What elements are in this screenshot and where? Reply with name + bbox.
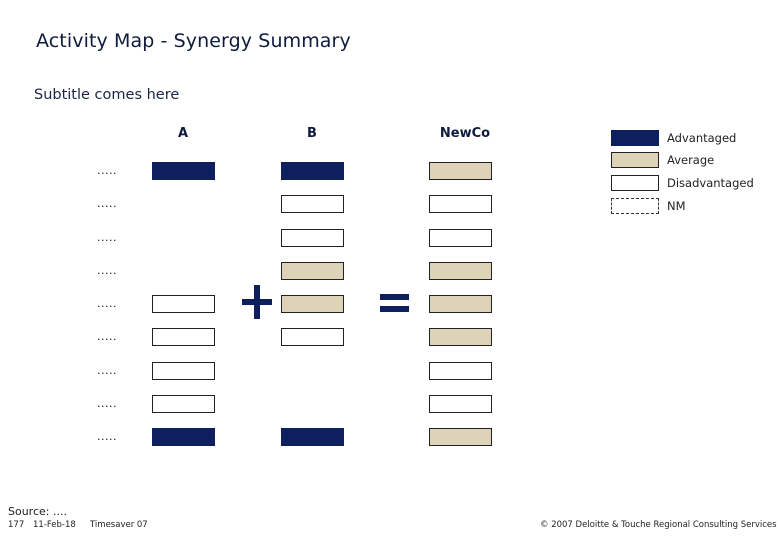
footer-date: 11-Feb-18 [33,520,76,530]
cell-b-disadvantaged [281,195,344,213]
footer-copyright: © 2007 Deloitte & Touche Regional Consul… [540,520,780,530]
cell-b-disadvantaged [281,328,344,346]
source-note: Source: .... [8,505,67,518]
column-header-b: B [307,126,317,141]
row-label: ..... [97,397,117,410]
row-label: ..... [97,330,117,343]
cell-newco-disadvantaged [429,362,492,380]
cell-newco-average [429,328,492,346]
cell-b-average [281,262,344,280]
legend-label-nm: NM [667,199,686,213]
cell-b-average [281,295,344,313]
page-title: Activity Map - Synergy Summary [36,30,351,52]
legend-swatch-disadvantaged [611,175,659,191]
legend-label-average: Average [667,153,715,167]
cell-newco-average [429,162,492,180]
cell-a-disadvantaged [152,328,215,346]
row-label: ..... [97,164,117,177]
legend-swatch-advantaged [611,130,659,146]
plus-operator [240,282,274,322]
cell-a-disadvantaged [152,362,215,380]
cell-newco-disadvantaged [429,229,492,247]
footer-template: Timesaver 07 [90,520,148,530]
page-number: 177 [8,520,25,530]
cell-b-advantaged [281,428,344,446]
row-label: ..... [97,197,117,210]
column-header-a: A [177,126,189,141]
row-label: ..... [97,264,117,277]
equals-bottom-bar [380,306,409,312]
column-header-newco: NewCo [439,126,491,141]
page-subtitle: Subtitle comes here [34,87,180,103]
row-label: ..... [97,364,117,377]
cell-newco-average [429,428,492,446]
legend-swatch-average [611,152,659,168]
legend-swatch-nm [611,198,659,214]
row-label: ..... [97,430,117,443]
cell-newco-disadvantaged [429,395,492,413]
cell-newco-average [429,262,492,280]
legend-label-disadvantaged: Disadvantaged [667,176,754,190]
cell-a-advantaged [152,428,215,446]
plus-vertical-bar [254,285,260,319]
cell-a-advantaged [152,162,215,180]
cell-b-advantaged [281,162,344,180]
legend-label-advantaged: Advantaged [667,131,737,145]
cell-newco-average [429,295,492,313]
cell-a-disadvantaged [152,395,215,413]
row-label: ..... [97,297,117,310]
cell-a-disadvantaged [152,295,215,313]
cell-newco-disadvantaged [429,195,492,213]
equals-operator [380,294,410,314]
cell-b-disadvantaged [281,229,344,247]
row-label: ..... [97,231,117,244]
equals-top-bar [380,294,409,300]
